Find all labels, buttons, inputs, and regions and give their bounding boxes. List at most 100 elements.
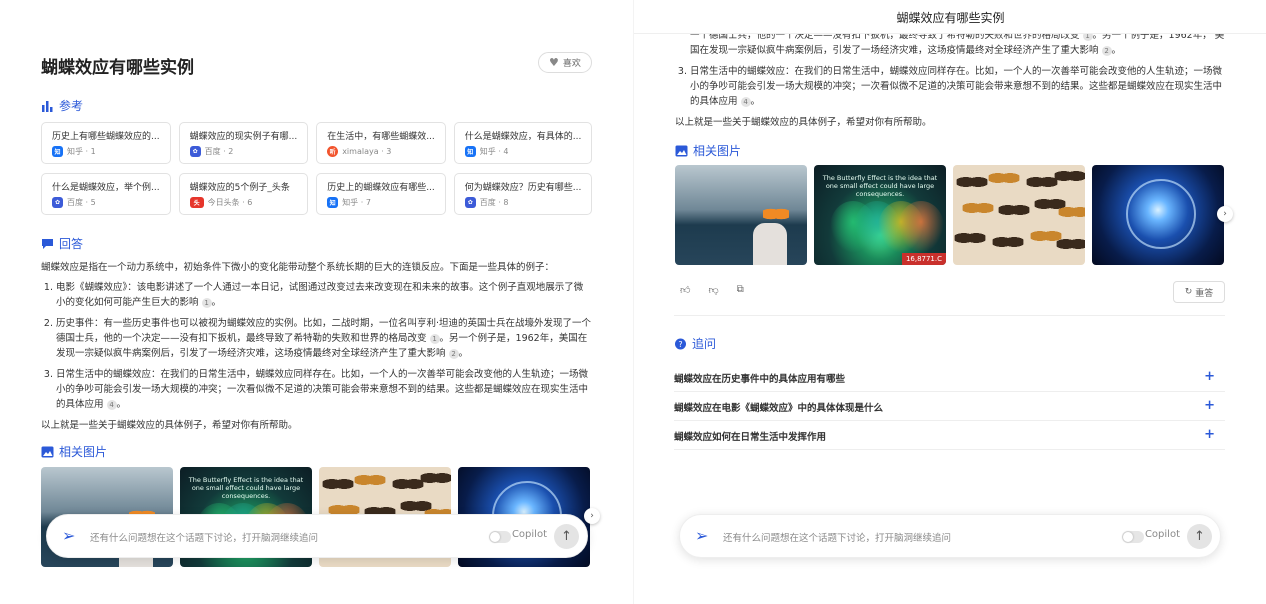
top-bar: 蝴蝶效应有哪些实例 [634, 0, 1266, 34]
regenerate-label: 重答 [1195, 288, 1214, 299]
page-title: 蝴蝶效应有哪些实例 [41, 58, 194, 78]
butterfly-specimen-shape [962, 198, 994, 218]
paper-plane-icon: ➢ [62, 526, 76, 545]
baidu-icon: ✿ [189, 146, 201, 157]
followup-item[interactable]: 蝴蝶效应在电影《蝴蝶效应》中的具体体现是什么 + [674, 392, 1225, 421]
reference-source: 今日头条 · 6 [207, 198, 253, 207]
send-button[interactable]: ↑ [1187, 524, 1212, 549]
butterfly-specimen-shape [956, 172, 988, 192]
answer-item: 日常生活中的蝴蝶效应：在我们的日常生活中，蝴蝶效应同样存在。比如，一个人的一次善… [56, 367, 592, 412]
followup-item[interactable]: 蝴蝶效应在历史事件中的具体应用有哪些 + [674, 363, 1225, 392]
thumbs-down-icon[interactable]: 👎︎ [708, 284, 718, 296]
reference-title: 什么是蝴蝶效应，有具体的... [464, 132, 582, 142]
reference-card[interactable]: 蝴蝶效应的5个例子_头条头今日头条 · 6 [178, 173, 309, 215]
answer-heading: 回答 [41, 235, 83, 252]
reference-card[interactable]: 历史上有哪些蝴蝶效应的... 知知乎 · 1 [41, 122, 171, 164]
references-heading: 参考 [41, 97, 83, 114]
image-caption: The Butterfly Effect is the idea that on… [188, 476, 304, 500]
zhihu-icon: 知 [464, 146, 476, 157]
followup-input-bar[interactable]: ➢ 还有什么问题想在这个话题下讨论，打开脑洞继续追问 Copilot ↑ [46, 514, 588, 558]
butterfly-specimen-shape [322, 474, 354, 494]
orange-butterfly-shape [763, 205, 789, 223]
toutiao-icon: 头 [189, 197, 204, 208]
plus-icon: + [1204, 398, 1215, 413]
glow-ring-shape [1126, 179, 1196, 249]
reference-title: 历史上有哪些蝴蝶效应的... [52, 132, 160, 142]
reference-card[interactable]: 什么是蝴蝶效应，有具体的... 知知乎 · 4 [453, 122, 593, 164]
butterfly-specimen-shape [1058, 202, 1085, 222]
copilot-toggle[interactable] [489, 531, 511, 543]
image-icon [41, 446, 54, 457]
reference-source: 知乎 · 1 [67, 147, 96, 156]
plus-icon: + [1204, 427, 1215, 442]
citation-badge[interactable]: 1 [429, 333, 440, 344]
butterfly-specimen-shape [1056, 234, 1085, 254]
copy-icon[interactable]: ⧉ [737, 284, 744, 296]
reference-source: 百度 · 2 [204, 147, 234, 156]
reference-card[interactable]: 什么是蝴蝶效应，举个例... ✿ 百度 · 5 [41, 173, 171, 215]
citation-badge[interactable]: 1 [201, 297, 212, 308]
answer-item-text: 电影《蝴蝶效应》：该电影讲述了一个人通过一本日记，试图通过改变过去来改变现在和未… [56, 282, 584, 308]
reference-title: 蝴蝶效应的5个例子_头条 [189, 183, 290, 193]
answer-body: 蝴蝶效应是指在一个动力系统中，初始条件下微小的变化能带动整个系统长期的巨大的连锁… [41, 260, 592, 438]
answer-item: 电影《蝴蝶效应》：该电影讲述了一个人通过一本日记，试图通过改变过去来改变现在和未… [56, 280, 592, 310]
regenerate-button[interactable]: ↻ 重答 [1173, 281, 1225, 303]
send-button[interactable]: ↑ [554, 524, 579, 549]
image-strip: The Butterfly Effect is the idea that on… [675, 165, 1224, 265]
reference-source: 知乎 · 7 [342, 198, 371, 207]
followup-text: 蝴蝶效应在历史事件中的具体应用有哪些 [674, 374, 846, 385]
butterfly-specimen-shape [954, 228, 986, 248]
butterfly-specimen-shape [420, 468, 451, 488]
answer-item: 历史事件：有一些历史事件也可以被视为蝴蝶效应的实例。比如，二战时期，一位名叫亨利… [56, 316, 592, 361]
hand-shape [753, 223, 787, 265]
followup-input-bar[interactable]: ➢ 还有什么问题想在这个话题下讨论，打开脑洞继续追问 Copilot ↑ [679, 514, 1221, 558]
reference-title: 历史上的蝴蝶效应有哪些... [327, 183, 435, 193]
butterfly-collection-image[interactable] [953, 165, 1085, 265]
heart-icon: ♥ [549, 56, 559, 69]
reference-source: 百度 · 5 [67, 198, 96, 207]
blue-butterfly-image[interactable] [1092, 165, 1224, 265]
like-button[interactable]: ♥ 喜欢 [538, 52, 592, 73]
divider [674, 315, 1225, 316]
butterfly-effect-graphic-image[interactable]: The Butterfly Effect is the idea that on… [814, 165, 946, 265]
reference-card[interactable]: 在生活中，有哪些蝴蝶效... 听 ximalaya · 3 [316, 122, 446, 164]
chevron-right-icon[interactable]: › [584, 508, 600, 524]
followup-item[interactable]: 蝴蝶效应如何在日常生活中发挥作用 + [674, 421, 1225, 450]
answer-outro: 以上就是一些关于蝴蝶效应的具体例子，希望对你有所帮助。 [41, 420, 298, 431]
chevron-right-icon[interactable]: › [1217, 206, 1233, 222]
citation-badge[interactable]: 4 [106, 399, 117, 410]
images-label: 相关图片 [59, 445, 108, 459]
zhihu-icon: 知 [52, 146, 63, 157]
answer-outro: 以上就是一些关于蝴蝶效应的具体例子，希望对你有所帮助。 [675, 117, 932, 128]
citation-badge[interactable]: 2 [1101, 45, 1112, 56]
reference-source: ximalaya · 3 [342, 147, 392, 156]
baidu-icon: ✿ [52, 197, 63, 208]
reference-card[interactable]: 蝴蝶效应的现实例子有哪... ✿ 百度 · 2 [178, 122, 309, 164]
paper-plane-icon: ➢ [695, 526, 709, 545]
top-bar-title: 蝴蝶效应有哪些实例 [896, 11, 1005, 25]
images-heading: 相关图片 [675, 142, 741, 159]
butterfly-specimen-shape [354, 470, 386, 490]
left-panel: 蝴蝶效应有哪些实例 ♥ 喜欢 参考 历史上有哪些蝴蝶效应的... 知知乎 · 1 … [0, 0, 633, 604]
ocean-butterfly-image[interactable] [675, 165, 807, 265]
followup-text: 蝴蝶效应在电影《蝴蝶效应》中的具体体现是什么 [674, 403, 884, 414]
image-caption: The Butterfly Effect is the idea that on… [822, 174, 938, 198]
reference-title: 何为蝴蝶效应？历史有哪些... [464, 183, 582, 193]
citation-badge[interactable]: 2 [448, 348, 459, 359]
citation-badge[interactable]: 4 [740, 96, 751, 107]
reference-card[interactable]: 何为蝴蝶效应？历史有哪些... ✿ 百度 · 8 [453, 173, 593, 215]
answer-item-text: 日常生活中的蝴蝶效应：在我们的日常生活中，蝴蝶效应同样存在。比如，一个人的一次善… [56, 369, 589, 410]
references-label: 参考 [59, 99, 84, 113]
reference-card[interactable]: 历史上的蝴蝶效应有哪些... 知知乎 · 7 [316, 173, 446, 215]
copilot-toggle[interactable] [1122, 531, 1144, 543]
like-label: 喜欢 [562, 59, 581, 69]
image-badge: 16,8771.C [901, 253, 946, 265]
butterfly-specimen-shape [988, 168, 1020, 188]
followup-input[interactable]: 还有什么问题想在这个话题下讨论，打开脑洞继续追问 [90, 530, 318, 544]
butterfly-specimen-shape [992, 232, 1024, 252]
thumbs-up-icon[interactable]: 👍︎ [680, 284, 690, 296]
followup-input[interactable]: 还有什么问题想在这个话题下讨论，打开脑洞继续追问 [723, 530, 951, 544]
butterfly-specimen-shape [1054, 166, 1085, 186]
answer-item: 日常生活中的蝴蝶效应：在我们的日常生活中，蝴蝶效应同样存在。比如，一个人的一次善… [690, 64, 1226, 109]
reference-title: 什么是蝴蝶效应，举个例... [52, 183, 160, 193]
